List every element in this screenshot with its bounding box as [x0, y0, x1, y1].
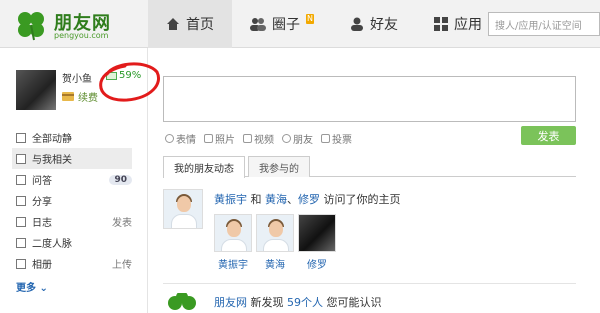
friend-link[interactable]: 修罗 — [298, 193, 320, 206]
status-textarea[interactable] — [163, 76, 576, 122]
nav-home[interactable]: 首页 — [148, 0, 232, 48]
smile-icon — [165, 134, 174, 143]
visitor-list: 黄振宇 黄海 修罗 — [214, 214, 336, 271]
friend-link[interactable]: 黄海 — [265, 193, 287, 206]
visitor-avatar — [256, 214, 294, 252]
tool-mention[interactable]: 朋友 — [282, 131, 313, 146]
visitor-item[interactable]: 黄振宇 — [214, 214, 252, 271]
sidebar-item-label: 与我相关 — [32, 155, 72, 166]
network-icon — [16, 237, 26, 248]
main-nav: 首页 圈子 N 好友 应用 — [148, 0, 500, 48]
nav-circles-label: 圈子 — [272, 17, 300, 33]
sidebar-item-label: 二度人脉 — [32, 239, 72, 250]
video-icon — [243, 134, 252, 143]
poll-icon — [321, 134, 330, 143]
clover-logo-icon — [168, 293, 196, 310]
gold-card-icon — [62, 92, 74, 101]
camera-icon — [204, 134, 213, 143]
renew-label: 续费 — [78, 93, 98, 104]
tool-poll[interactable]: 投票 — [321, 131, 352, 146]
chevron-down-icon: ⌄ — [39, 283, 48, 294]
person-icon — [350, 17, 363, 31]
logo-subtitle: pengyou.com — [54, 31, 109, 40]
home-icon — [167, 18, 179, 30]
clover-logo-icon — [18, 12, 44, 41]
more-label: 更多 — [16, 283, 36, 294]
visitor-name: 黄海 — [265, 260, 285, 271]
feed-tabs: 我的朋友动态 我参与的 — [163, 156, 576, 178]
tool-label: 朋友 — [293, 135, 313, 146]
tab-my-participation[interactable]: 我参与的 — [248, 156, 310, 177]
qa-count-badge: 90 — [109, 174, 132, 185]
user-avatar[interactable] — [16, 70, 56, 110]
new-badge: N — [306, 14, 314, 24]
sidebar-item-label: 问答 — [32, 176, 52, 187]
tool-label: 投票 — [332, 135, 352, 146]
tool-label: 视频 — [254, 135, 274, 146]
sidebar-item-share[interactable]: 分享 — [16, 190, 132, 211]
tab-friends-feed[interactable]: 我的朋友动态 — [163, 156, 245, 178]
tool-emoji[interactable]: 表情 — [165, 131, 196, 146]
feed-item-suggestion: 朋友网 新发现 59个人 您可能认识 — [214, 294, 382, 310]
actor-link[interactable]: 黄振宇 — [214, 193, 247, 206]
user-name[interactable]: 贺小鱼 — [62, 70, 92, 85]
visitor-name: 黄振宇 — [218, 260, 248, 271]
sidebar-item-label: 日志 — [32, 218, 52, 229]
visitor-name: 修罗 — [307, 260, 327, 271]
red-annotation-circle — [99, 62, 160, 102]
renew-link[interactable]: 续费 — [62, 89, 98, 104]
actor-link[interactable]: 朋友网 — [214, 296, 247, 309]
publish-button[interactable]: 发表 — [521, 126, 576, 145]
feed-actor-avatar[interactable] — [163, 189, 203, 229]
suggestion-count-link[interactable]: 59个人 — [287, 296, 323, 309]
joiner-text: 和 — [250, 193, 262, 206]
nav-circles[interactable]: 圈子 N — [232, 0, 332, 48]
action-text: 访问了你的主页 — [323, 193, 401, 206]
site-logo[interactable]: 朋友网 pengyou.com — [14, 8, 142, 42]
feed-divider — [163, 283, 576, 284]
sidebar-item-qa[interactable]: 问答 90 — [16, 169, 132, 190]
people-icon — [250, 18, 266, 31]
album-upload-link[interactable]: 上传 — [112, 256, 132, 271]
sidebar-menu: 全部动静 与我相关 问答 90 分享 日志 发表 二度人脉 相册 上传 — [12, 127, 132, 274]
sidebar-item-album[interactable]: 相册 上传 — [16, 253, 132, 274]
nav-friends[interactable]: 好友 — [332, 0, 416, 48]
top-bar: 朋友网 pengyou.com 首页 圈子 N 好友 应用 搜人/应用/认证空间 — [0, 0, 600, 48]
sidebar-item-second-degree[interactable]: 二度人脉 — [16, 232, 132, 253]
sidebar-item-all-updates[interactable]: 全部动静 — [16, 127, 132, 148]
tool-photo[interactable]: 照片 — [204, 131, 235, 146]
tool-label: 照片 — [215, 135, 235, 146]
visitor-avatar — [298, 214, 336, 252]
share-icon — [16, 195, 26, 206]
sidebar-item-label: 全部动静 — [32, 134, 72, 145]
tool-label: 表情 — [176, 135, 196, 146]
feed-text: 您可能认识 — [326, 296, 382, 309]
nav-friends-label: 好友 — [369, 17, 398, 33]
search-input[interactable]: 搜人/应用/认证空间 — [488, 12, 600, 36]
nav-apps-label: 应用 — [453, 17, 482, 33]
qa-icon — [16, 174, 26, 185]
sidebar-item-label: 分享 — [32, 197, 52, 208]
tool-video[interactable]: 视频 — [243, 131, 274, 146]
feed-text: 新发现 — [250, 296, 284, 309]
visitor-avatar — [214, 214, 252, 252]
person-card-icon — [16, 153, 26, 164]
sidebar-item-related-to-me[interactable]: 与我相关 — [12, 148, 132, 169]
composer-tools: 表情 照片 视频 朋友 投票 — [165, 131, 352, 146]
album-icon — [16, 258, 26, 269]
at-icon — [282, 134, 291, 143]
more-link[interactable]: 更多 ⌄ — [16, 279, 48, 294]
separator-text: 、 — [287, 193, 298, 206]
visitor-item[interactable]: 黄海 — [256, 214, 294, 271]
feed-item-visit: 黄振宇 和 黄海、修罗 访问了你的主页 — [214, 191, 401, 207]
list-icon — [16, 132, 26, 143]
apps-grid-icon — [433, 17, 448, 31]
sidebar-item-blog[interactable]: 日志 发表 — [16, 211, 132, 232]
nav-home-label: 首页 — [186, 17, 214, 33]
blog-icon — [16, 216, 26, 227]
sidebar-item-label: 相册 — [32, 260, 52, 271]
visitor-item[interactable]: 修罗 — [298, 214, 336, 271]
blog-post-link[interactable]: 发表 — [112, 214, 132, 229]
